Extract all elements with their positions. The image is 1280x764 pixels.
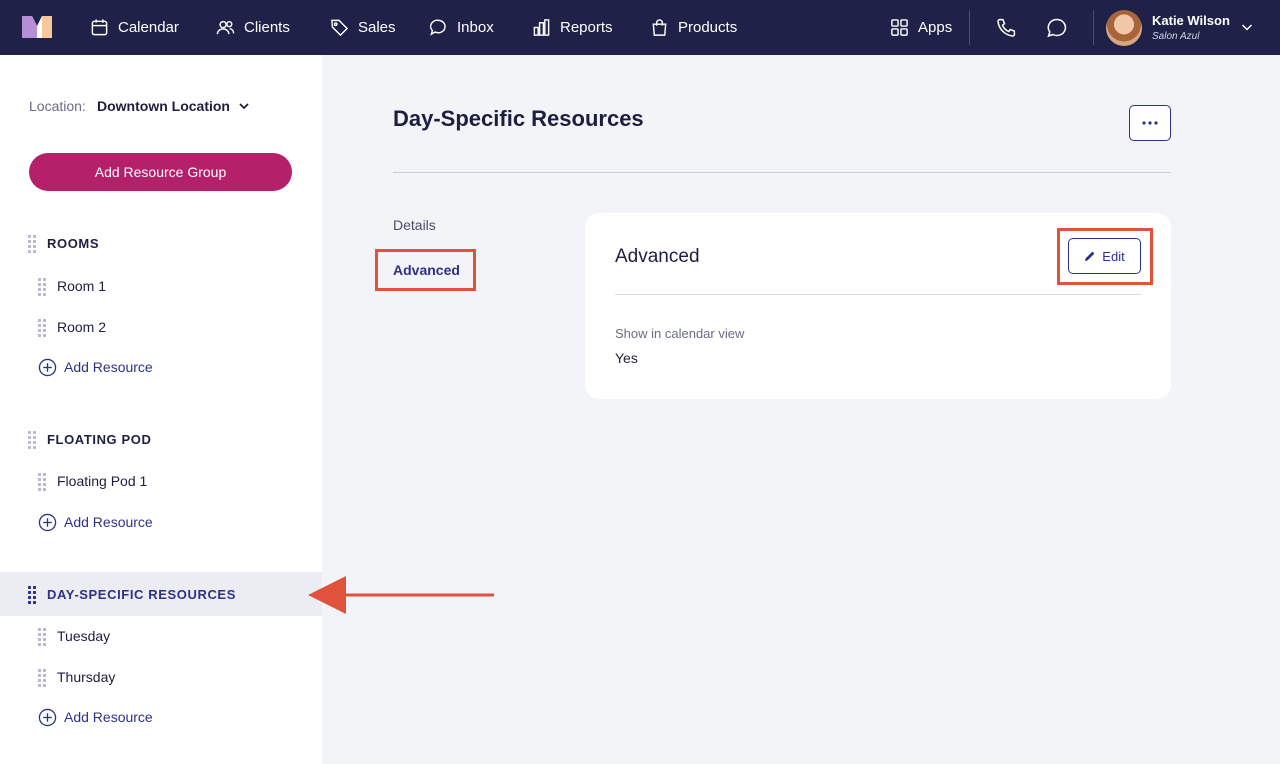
field-label: Show in calendar view bbox=[615, 326, 745, 341]
nav-products-label: Products bbox=[678, 19, 738, 36]
add-resource-label: Add Resource bbox=[64, 709, 153, 725]
resource-item[interactable]: Tuesday bbox=[0, 621, 322, 651]
user-name[interactable]: Katie Wilson bbox=[1152, 13, 1230, 28]
nav-apps[interactable]: Apps bbox=[890, 0, 952, 55]
drag-handle-icon[interactable] bbox=[38, 278, 48, 296]
highlight-box bbox=[375, 249, 476, 291]
group-title: ROOMS bbox=[47, 235, 100, 251]
chat-bubble-icon bbox=[429, 19, 446, 36]
more-options-button[interactable] bbox=[1129, 105, 1171, 141]
nav-sales[interactable]: Sales bbox=[330, 0, 396, 55]
card-title: Advanced bbox=[615, 246, 700, 267]
users-icon bbox=[216, 20, 235, 35]
add-resource-button[interactable]: Add Resource bbox=[38, 706, 153, 728]
sidebar: Location: Downtown Location Add Resource… bbox=[0, 55, 322, 764]
add-resource-label: Add Resource bbox=[64, 514, 153, 530]
highlight-box bbox=[1057, 228, 1153, 285]
nav-divider bbox=[1093, 10, 1094, 45]
resource-label: Floating Pod 1 bbox=[57, 473, 148, 489]
nav-clients-label: Clients bbox=[244, 19, 290, 36]
resource-item[interactable]: Room 1 bbox=[0, 271, 322, 301]
location-value: Downtown Location bbox=[97, 98, 230, 114]
tab-details[interactable]: Details bbox=[393, 217, 436, 233]
nav-reports-label: Reports bbox=[560, 19, 613, 36]
tag-icon bbox=[331, 19, 349, 37]
nav-sales-label: Sales bbox=[358, 19, 396, 36]
nav-inbox-label: Inbox bbox=[457, 19, 494, 36]
shopping-bag-icon bbox=[652, 19, 667, 36]
nav-calendar[interactable]: Calendar bbox=[90, 0, 179, 55]
chevron-down-icon[interactable] bbox=[1240, 20, 1254, 34]
drag-handle-icon[interactable] bbox=[28, 586, 38, 604]
group-rooms[interactable]: ROOMS bbox=[0, 221, 322, 265]
resource-item[interactable]: Room 2 bbox=[0, 312, 322, 342]
add-resource-button[interactable]: Add Resource bbox=[38, 356, 153, 378]
drag-handle-icon[interactable] bbox=[28, 431, 38, 449]
annotation-arrow-icon bbox=[308, 576, 494, 614]
add-resource-button[interactable]: Add Resource bbox=[38, 511, 153, 533]
nav-products[interactable]: Products bbox=[650, 0, 737, 55]
logo-icon[interactable] bbox=[22, 16, 52, 38]
calendar-icon bbox=[91, 19, 108, 36]
nav-apps-label: Apps bbox=[918, 19, 953, 36]
plus-circle-icon bbox=[38, 513, 57, 531]
card-divider bbox=[615, 294, 1141, 295]
add-resource-label: Add Resource bbox=[64, 359, 153, 375]
drag-handle-icon[interactable] bbox=[38, 473, 48, 491]
drag-handle-icon[interactable] bbox=[28, 235, 38, 253]
ellipsis-icon bbox=[1142, 121, 1158, 125]
nav-clients[interactable]: Clients bbox=[216, 0, 290, 55]
resource-label: Room 2 bbox=[57, 319, 107, 335]
location-label: Location: bbox=[29, 98, 86, 114]
nav-calendar-label: Calendar bbox=[118, 19, 179, 36]
drag-handle-icon[interactable] bbox=[38, 628, 48, 646]
resource-item[interactable]: Thursday bbox=[0, 662, 322, 692]
header-divider bbox=[393, 172, 1171, 173]
phone-icon[interactable] bbox=[995, 17, 1017, 39]
top-nav: Calendar Clients Sales Inbox Reports Pro… bbox=[0, 0, 1280, 55]
nav-inbox[interactable]: Inbox bbox=[429, 0, 494, 55]
resource-label: Thursday bbox=[57, 669, 116, 685]
resource-item[interactable]: Floating Pod 1 bbox=[0, 466, 322, 496]
drag-handle-icon[interactable] bbox=[38, 319, 48, 337]
resource-label: Tuesday bbox=[57, 628, 111, 644]
page-title: Day-Specific Resources bbox=[393, 106, 644, 131]
nav-divider bbox=[969, 10, 970, 45]
chevron-down-icon bbox=[239, 103, 249, 110]
group-title: DAY-SPECIFIC RESOURCES bbox=[47, 586, 236, 602]
plus-circle-icon bbox=[38, 358, 57, 376]
plus-circle-icon bbox=[38, 708, 57, 726]
add-resource-group-button[interactable]: Add Resource Group bbox=[29, 153, 292, 191]
location-selector[interactable]: Downtown Location bbox=[97, 98, 250, 114]
resource-label: Room 1 bbox=[57, 278, 107, 294]
drag-handle-icon[interactable] bbox=[38, 669, 48, 687]
group-title: FLOATING POD bbox=[47, 431, 152, 447]
group-day-specific-resources[interactable]: DAY-SPECIFIC RESOURCES bbox=[0, 572, 322, 616]
group-floating-pod[interactable]: FLOATING POD bbox=[0, 417, 322, 461]
user-avatar[interactable] bbox=[1106, 10, 1142, 46]
user-business: Salon Azul bbox=[1152, 31, 1200, 42]
field-value: Yes bbox=[615, 350, 638, 366]
bar-chart-icon bbox=[533, 19, 550, 36]
message-icon[interactable] bbox=[1046, 17, 1068, 39]
nav-reports[interactable]: Reports bbox=[532, 0, 613, 55]
apps-grid-icon bbox=[891, 19, 908, 36]
